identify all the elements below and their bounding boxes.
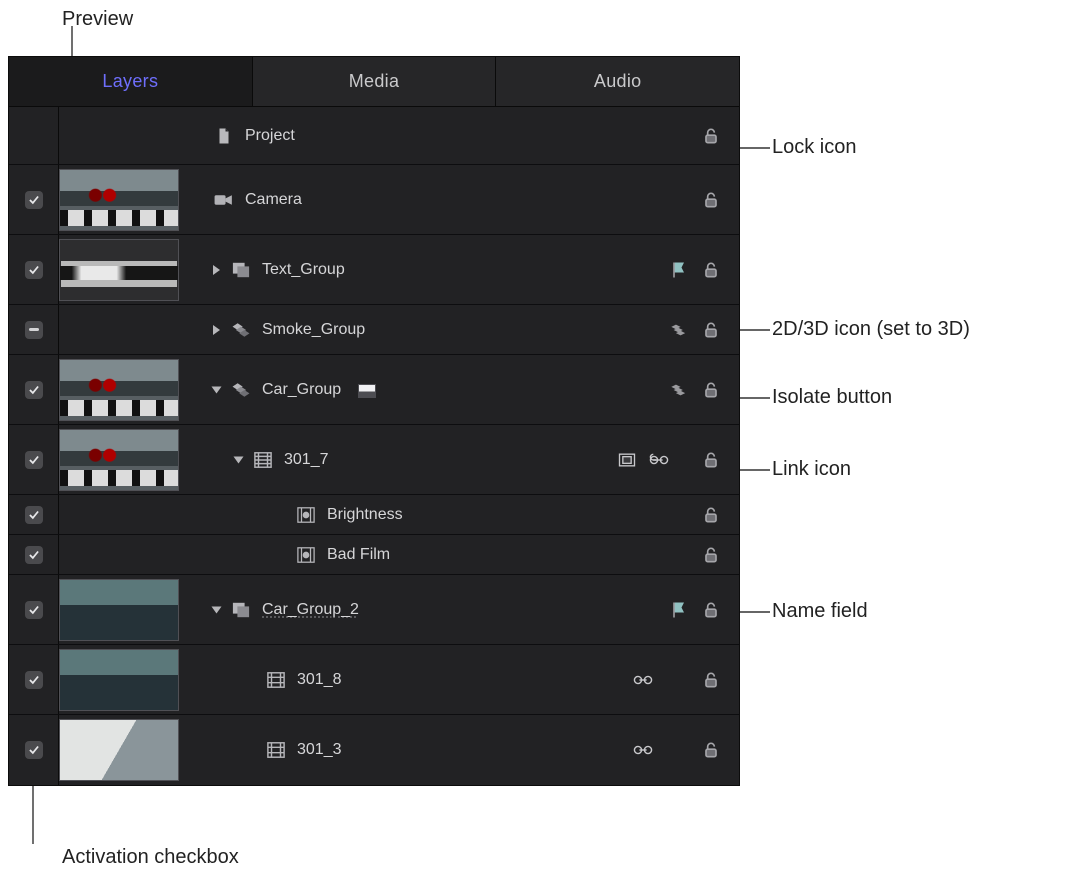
- document-icon: [213, 127, 235, 145]
- 2d3d-icon[interactable]: [669, 320, 689, 340]
- camera-icon: [213, 191, 235, 209]
- link-icon[interactable]: [633, 670, 653, 690]
- row-project[interactable]: Project: [9, 107, 739, 165]
- link-icon[interactable]: [633, 740, 653, 760]
- isolate-flag-icon[interactable]: [669, 600, 689, 620]
- bad-film-label: Bad Film: [327, 546, 390, 564]
- preview-thumb[interactable]: [59, 169, 179, 231]
- callout-2d3d: 2D/3D icon (set to 3D): [772, 318, 970, 341]
- preview-thumb[interactable]: [59, 579, 179, 641]
- lock-icon[interactable]: [701, 600, 721, 620]
- group-3d-icon: [230, 321, 252, 339]
- group-3d-icon: [230, 381, 252, 399]
- disclosure-triangle-icon[interactable]: [212, 386, 222, 393]
- activation-checkbox[interactable]: [25, 546, 43, 564]
- lock-icon[interactable]: [701, 450, 721, 470]
- callout-isolate: Isolate button: [772, 386, 892, 409]
- lock-icon[interactable]: [701, 320, 721, 340]
- preview-thumb[interactable]: [59, 429, 179, 491]
- name-field[interactable]: Car_Group_2: [262, 601, 359, 619]
- isolate-flag-icon[interactable]: [669, 260, 689, 280]
- activation-checkbox[interactable]: [25, 191, 43, 209]
- filmstrip-icon: [265, 741, 287, 759]
- callout-preview: Preview: [62, 8, 133, 31]
- activation-checkbox[interactable]: [25, 741, 43, 759]
- preview-thumb[interactable]: [59, 649, 179, 711]
- lock-icon[interactable]: [701, 740, 721, 760]
- activation-checkbox[interactable]: [25, 451, 43, 469]
- callout-namefield: Name field: [772, 600, 868, 623]
- brightness-label: Brightness: [327, 506, 403, 524]
- preview-thumb[interactable]: [59, 239, 179, 301]
- row-car-group[interactable]: Car_Group: [9, 355, 739, 425]
- filter-filmstrip-icon: [295, 506, 317, 524]
- row-car-group-2[interactable]: Car_Group_2: [9, 575, 739, 645]
- row-clip-301-3[interactable]: 301_3: [9, 715, 739, 785]
- 2d3d-icon[interactable]: [669, 380, 689, 400]
- disclosure-triangle-icon[interactable]: [213, 265, 220, 275]
- activation-checkbox[interactable]: [25, 381, 43, 399]
- preview-thumb[interactable]: [59, 719, 179, 781]
- mask-icon[interactable]: [617, 450, 637, 470]
- filmstrip-icon: [252, 451, 274, 469]
- row-clip-301-7[interactable]: 301_7: [9, 425, 739, 495]
- callout-lock: Lock icon: [772, 136, 857, 159]
- row-clip-301-8[interactable]: 301_8: [9, 645, 739, 715]
- row-text-group[interactable]: Text_Group: [9, 235, 739, 305]
- tab-layers[interactable]: Layers: [9, 57, 253, 106]
- row-smoke-group[interactable]: Smoke_Group: [9, 305, 739, 355]
- row-bad-film[interactable]: Bad Film: [9, 535, 739, 575]
- clip-label: 301_3: [297, 741, 342, 759]
- camera-label: Camera: [245, 191, 302, 209]
- text-group-label: Text_Group: [262, 261, 345, 279]
- tab-bar: Layers Media Audio: [9, 57, 739, 107]
- row-camera[interactable]: Camera: [9, 165, 739, 235]
- callout-activation: Activation checkbox: [62, 846, 239, 869]
- filter-filmstrip-icon: [295, 546, 317, 564]
- car-group-label: Car_Group: [262, 381, 341, 399]
- activation-checkbox[interactable]: [25, 671, 43, 689]
- activation-checkbox[interactable]: [25, 506, 43, 524]
- lock-icon[interactable]: [701, 545, 721, 565]
- group-2d-icon: [230, 261, 252, 279]
- disclosure-triangle-icon[interactable]: [212, 606, 222, 613]
- activation-checkbox[interactable]: [25, 261, 43, 279]
- disclosure-triangle-icon[interactable]: [234, 456, 244, 463]
- lock-icon[interactable]: [701, 126, 721, 146]
- layers-panel: Layers Media Audio Project: [8, 56, 740, 786]
- activation-checkbox[interactable]: [25, 601, 43, 619]
- lock-icon[interactable]: [701, 380, 721, 400]
- preview-thumb[interactable]: [59, 359, 179, 421]
- callout-link: Link icon: [772, 458, 851, 481]
- tab-media[interactable]: Media: [253, 57, 497, 106]
- project-label: Project: [245, 127, 295, 145]
- clip-label: 301_7: [284, 451, 329, 469]
- row-brightness[interactable]: Brightness: [9, 495, 739, 535]
- smoke-group-label: Smoke_Group: [262, 321, 365, 339]
- link-icon[interactable]: [649, 450, 669, 470]
- lock-icon[interactable]: [701, 505, 721, 525]
- filmstrip-icon: [265, 671, 287, 689]
- activation-mixed-checkbox[interactable]: [25, 321, 43, 339]
- lock-icon[interactable]: [701, 670, 721, 690]
- lock-icon[interactable]: [701, 260, 721, 280]
- group-2d-icon: [230, 601, 252, 619]
- clip-label: 301_8: [297, 671, 342, 689]
- tab-audio[interactable]: Audio: [496, 57, 739, 106]
- disclosure-triangle-icon[interactable]: [213, 325, 220, 335]
- isolate-button[interactable]: [359, 385, 375, 397]
- lock-icon[interactable]: [701, 190, 721, 210]
